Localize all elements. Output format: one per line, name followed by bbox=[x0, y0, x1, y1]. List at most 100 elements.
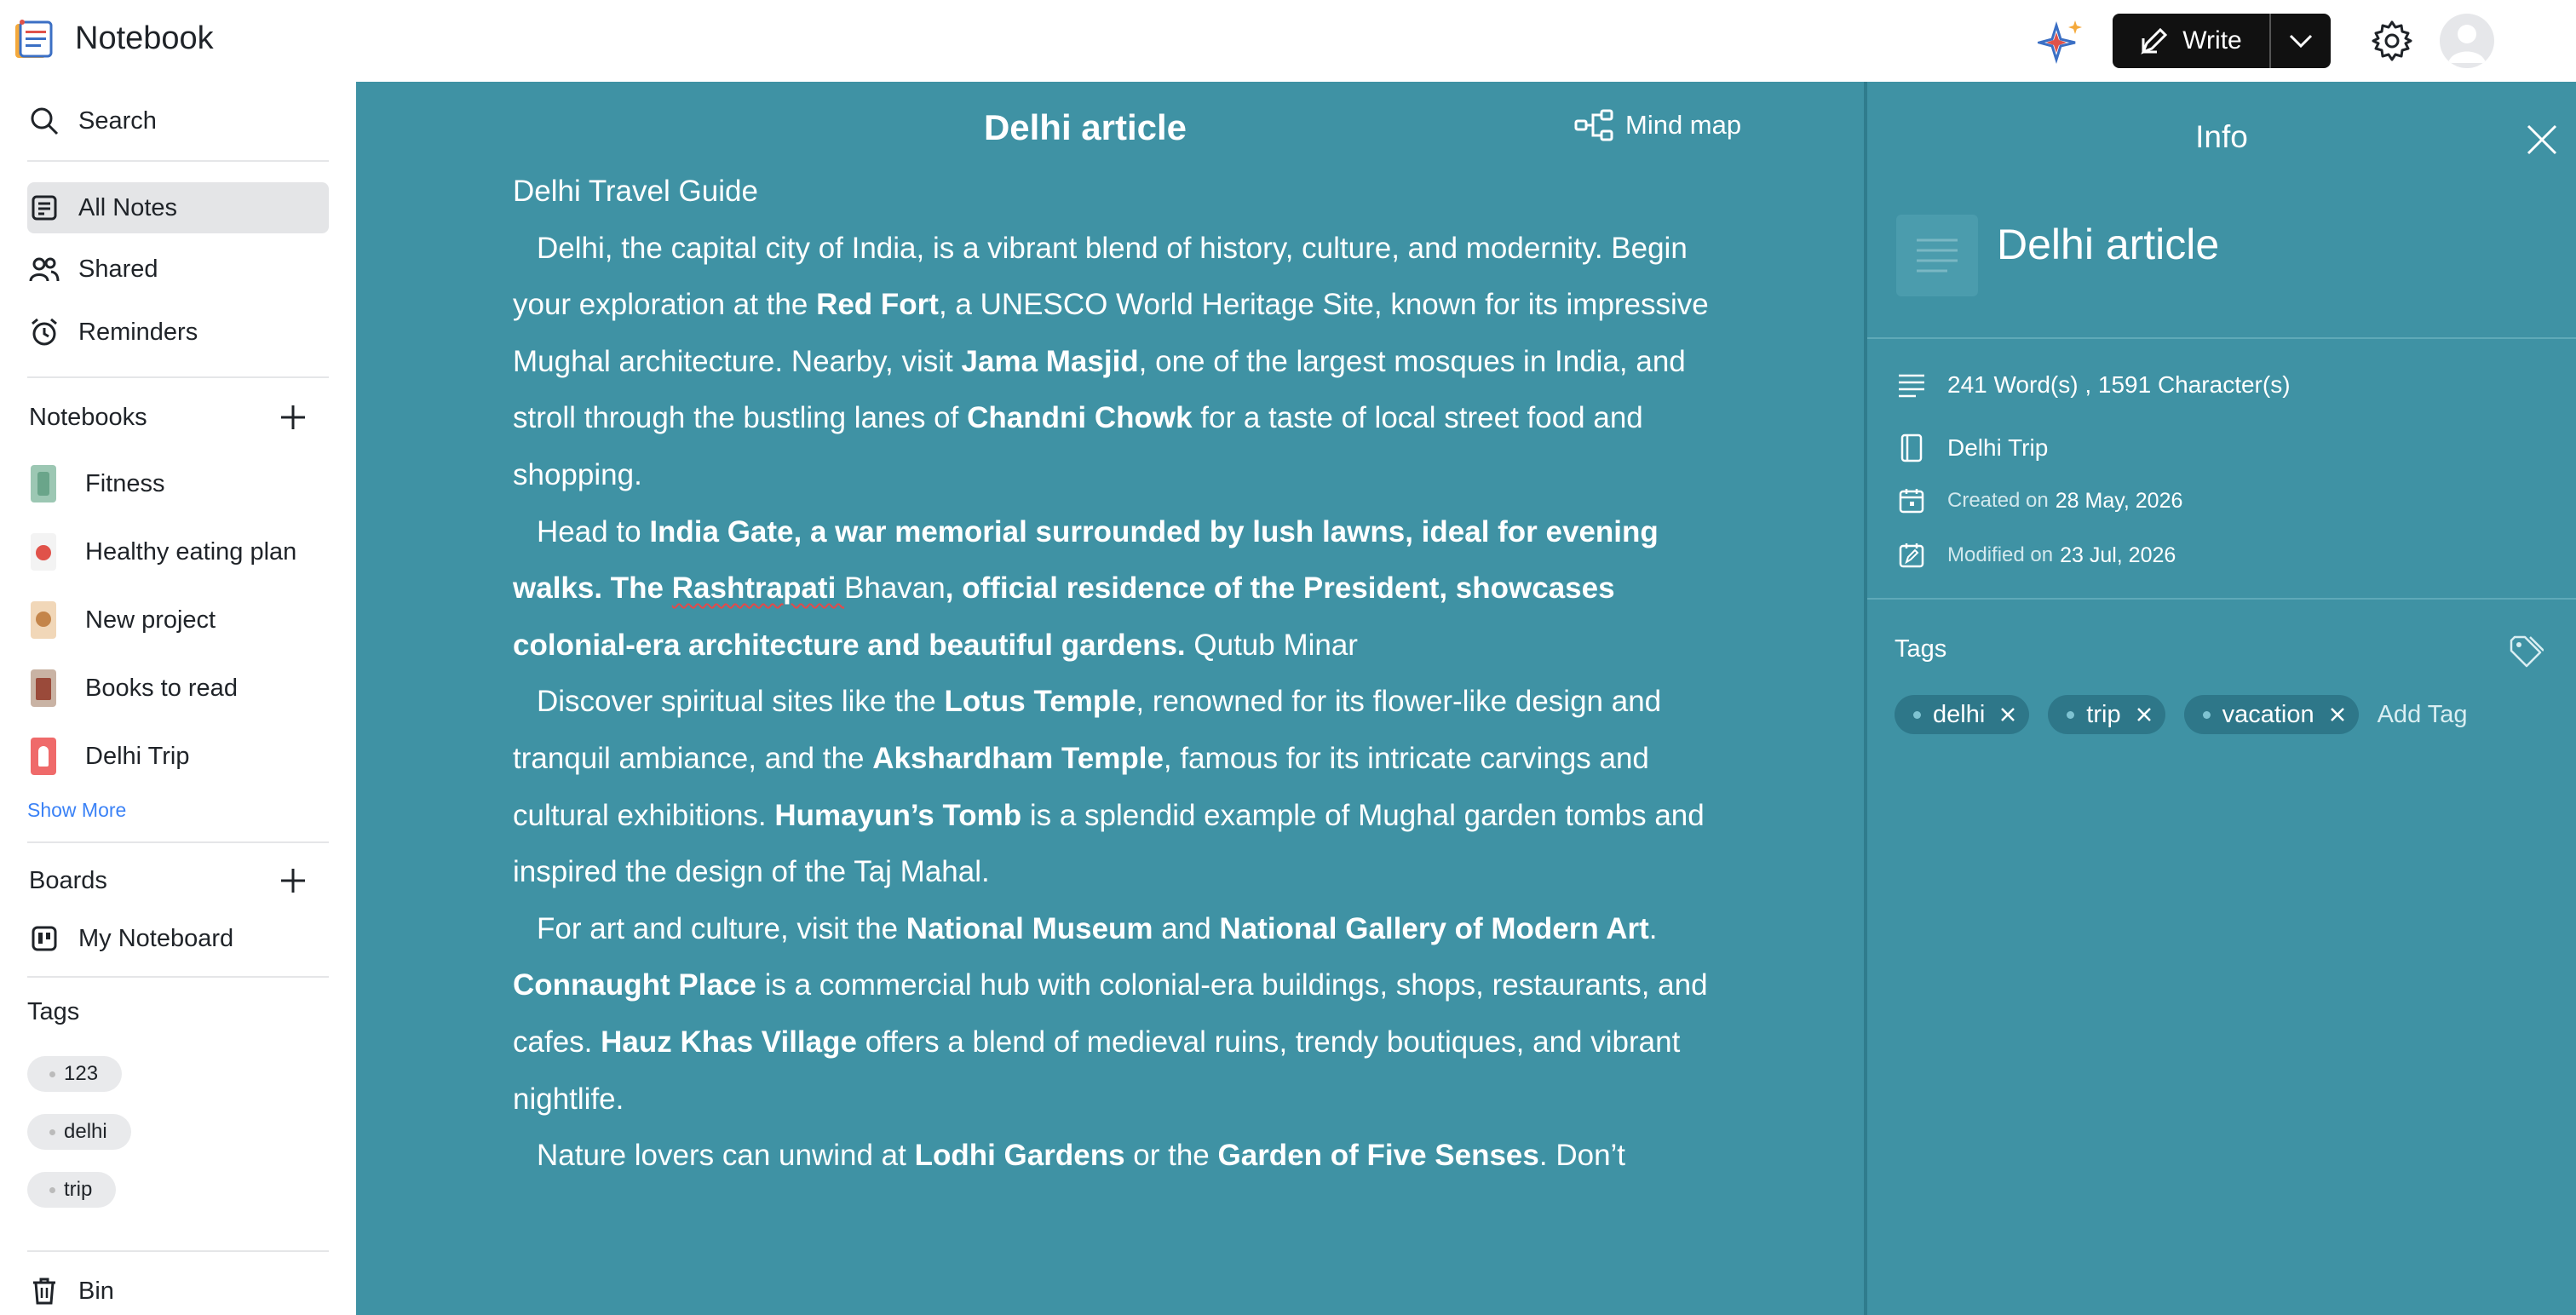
sidebar-item-label: All Notes bbox=[78, 193, 178, 221]
notebook-logo-icon bbox=[15, 20, 53, 58]
note-editor[interactable]: Delhi article Mind map Delhi Travel Guid… bbox=[356, 82, 1864, 1315]
paragraph: Delhi, the capital city of India, is a v… bbox=[513, 231, 1709, 491]
sidebar-tag[interactable]: trip bbox=[27, 1172, 117, 1208]
search-icon bbox=[31, 107, 59, 135]
notebook-cover-icon bbox=[31, 533, 56, 571]
paragraph: Head to India Gate, a war memorial surro… bbox=[513, 514, 1659, 662]
notebook-label: New project bbox=[85, 606, 216, 634]
board-icon bbox=[32, 926, 57, 951]
remove-tag-close-icon[interactable] bbox=[2328, 705, 2347, 724]
modified-date: 23 Jul, 2026 bbox=[2060, 543, 2176, 567]
notebook-label: Fitness bbox=[85, 469, 165, 497]
close-icon[interactable] bbox=[2523, 121, 2561, 158]
user-icon bbox=[2448, 25, 2486, 63]
notebook-item-books-to-read[interactable]: Books to read bbox=[31, 664, 337, 712]
add-tag-input[interactable]: Add Tag bbox=[2378, 701, 2468, 729]
document-lines-icon bbox=[1917, 238, 1958, 273]
paragraph: Discover spiritual sites like the Lotus … bbox=[513, 685, 1705, 889]
ai-sparkle-icon[interactable] bbox=[2038, 17, 2085, 65]
notebook-item-delhi-trip[interactable]: Delhi Trip bbox=[31, 732, 337, 780]
info-tag-chip[interactable]: trip bbox=[2048, 695, 2165, 734]
remove-tag-close-icon[interactable] bbox=[2135, 705, 2153, 724]
modified-row: Modified on 23 Jul, 2026 bbox=[1896, 540, 2176, 571]
info-tags-header: Tags bbox=[1895, 635, 1947, 663]
top-bar: Notebook Write bbox=[0, 0, 2576, 82]
mind-map-button[interactable]: Mind map bbox=[1574, 109, 1741, 141]
created-row: Created on 28 May, 2026 bbox=[1896, 485, 2182, 516]
trash-icon bbox=[33, 1278, 55, 1305]
note-thumbnail bbox=[1896, 215, 1978, 296]
notebook-cover-icon bbox=[31, 465, 56, 502]
sidebar-divider bbox=[27, 841, 329, 843]
info-divider bbox=[1867, 337, 2576, 339]
sidebar-divider bbox=[27, 376, 329, 378]
notebook-label: Books to read bbox=[85, 674, 238, 702]
spellcheck-word[interactable]: Rashtrapati bbox=[672, 571, 844, 605]
info-tags-list: delhi trip vacation Add Tag bbox=[1895, 695, 2467, 734]
sidebar-divider bbox=[27, 976, 329, 978]
tag-label: vacation bbox=[2222, 700, 2314, 728]
notebook-label: Delhi Trip bbox=[85, 742, 190, 770]
sidebar-item-shared[interactable]: Shared bbox=[27, 244, 329, 295]
info-note-title: Delhi article bbox=[1997, 221, 2220, 268]
info-panel: Info Delhi article 241 Word(s) , 1591 Ch… bbox=[1867, 82, 2576, 1315]
calendar-icon bbox=[1899, 489, 1924, 514]
alarm-clock-icon bbox=[32, 318, 57, 346]
sidebar-divider bbox=[27, 1250, 329, 1252]
info-tag-chip[interactable]: delhi bbox=[1895, 695, 2030, 734]
sidebar-tag[interactable]: delhi bbox=[27, 1114, 131, 1150]
write-button-group: Write bbox=[2113, 14, 2331, 68]
notebook-item-new-project[interactable]: New project bbox=[31, 596, 337, 644]
notebook-row[interactable]: Delhi Trip bbox=[1896, 433, 2048, 463]
text-lines-icon bbox=[1899, 374, 1924, 398]
created-label: Created on bbox=[1947, 489, 2049, 512]
sidebar-tag[interactable]: 123 bbox=[27, 1056, 123, 1092]
created-date: 28 May, 2026 bbox=[2055, 488, 2183, 513]
notebook-item-fitness[interactable]: Fitness bbox=[31, 460, 337, 508]
avatar[interactable] bbox=[2440, 14, 2494, 68]
info-tag-chip[interactable]: vacation bbox=[2183, 695, 2359, 734]
tag-label: trip bbox=[2086, 700, 2121, 728]
tags-header: Tags bbox=[27, 998, 80, 1025]
sidebar-item-all-notes[interactable]: All Notes bbox=[27, 182, 329, 233]
add-notebook-plus-icon[interactable] bbox=[276, 400, 310, 434]
write-dropdown-button[interactable] bbox=[2271, 14, 2331, 68]
search-button[interactable]: Search bbox=[27, 95, 329, 146]
boards-header: Boards bbox=[29, 867, 107, 894]
notebook-cover-icon bbox=[31, 669, 56, 707]
sidebar-item-label: Shared bbox=[78, 255, 158, 283]
notebook-icon bbox=[1900, 434, 1923, 462]
app-title: Notebook bbox=[75, 20, 214, 56]
board-label: My Noteboard bbox=[78, 924, 234, 952]
sidebar-item-bin[interactable]: Bin bbox=[27, 1266, 329, 1315]
calendar-edit-icon bbox=[1899, 543, 1924, 568]
paragraph: For art and culture, visit the National … bbox=[513, 911, 1708, 1116]
sidebar: Search All Notes Shared Reminders Notebo… bbox=[0, 82, 356, 1315]
modified-label: Modified on bbox=[1947, 543, 2054, 566]
notebook-name: Delhi Trip bbox=[1947, 434, 2049, 461]
notebooks-header: Notebooks bbox=[29, 404, 147, 431]
mind-map-label: Mind map bbox=[1625, 110, 1742, 140]
notebook-cover-icon bbox=[31, 738, 56, 775]
note-heading: Delhi Travel Guide bbox=[513, 175, 758, 208]
mind-map-icon bbox=[1574, 109, 1613, 141]
write-button-label: Write bbox=[2182, 26, 2242, 55]
show-more-link[interactable]: Show More bbox=[27, 799, 126, 822]
remove-tag-close-icon[interactable] bbox=[1998, 705, 2017, 724]
paragraph: Nature lovers can unwind at Lodhi Garden… bbox=[537, 1139, 1626, 1173]
gear-icon[interactable] bbox=[2370, 19, 2414, 63]
sidebar-item-reminders[interactable]: Reminders bbox=[27, 307, 329, 358]
pencil-icon bbox=[2141, 27, 2168, 55]
write-button[interactable]: Write bbox=[2113, 14, 2269, 68]
notes-icon bbox=[32, 195, 57, 221]
board-item-my-noteboard[interactable]: My Noteboard bbox=[27, 913, 329, 964]
notebook-item-healthy-eating-plan[interactable]: Healthy eating plan bbox=[31, 528, 337, 576]
chevron-down-icon bbox=[2289, 34, 2313, 49]
info-panel-title: Info bbox=[2195, 119, 2248, 154]
note-body[interactable]: Delhi Travel Guide Delhi, the capital ci… bbox=[513, 164, 1722, 1185]
tag-icon[interactable] bbox=[2508, 634, 2544, 669]
tag-label: delhi bbox=[1933, 700, 1986, 728]
search-label: Search bbox=[78, 106, 157, 135]
add-board-plus-icon[interactable] bbox=[276, 864, 310, 898]
sidebar-item-label: Reminders bbox=[78, 318, 198, 346]
